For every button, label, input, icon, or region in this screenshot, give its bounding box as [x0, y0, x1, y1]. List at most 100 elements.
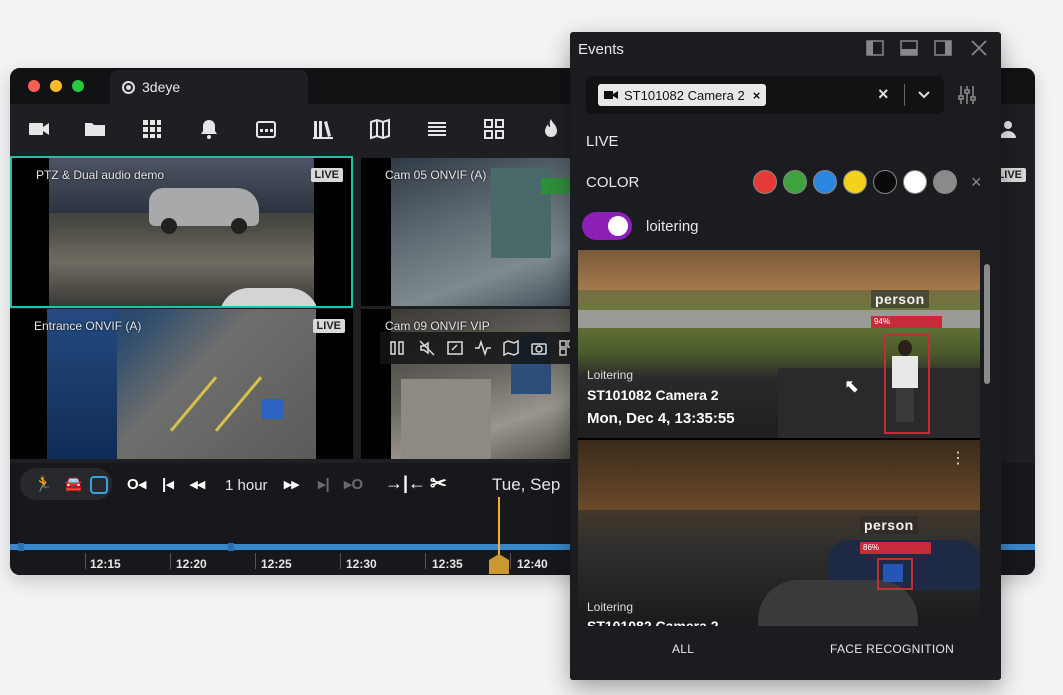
events-panel: Events ST101082 Camera 2 × × LIVE COLOR …	[570, 32, 1001, 680]
bell-icon[interactable]	[195, 116, 223, 142]
filter-group: 🏃 🚘	[20, 468, 112, 500]
activity-icon[interactable]	[474, 339, 492, 357]
event-list: person 94% ⬉ Loitering ST101082 Camera 2…	[578, 250, 980, 626]
panel-title: Events	[578, 41, 624, 58]
event-time: Mon, Dec 4, 13:35:55	[587, 410, 735, 427]
color-swatch-blue[interactable]	[813, 170, 837, 194]
calendar-icon[interactable]	[252, 116, 280, 142]
more-icon[interactable]: ⋮	[950, 448, 966, 468]
go-live-icon[interactable]: O◂	[127, 475, 146, 493]
maximize-window-button[interactable]	[72, 80, 84, 92]
tick-label: 12:15	[90, 557, 121, 571]
settings-sliders-icon[interactable]	[956, 84, 978, 111]
color-swatch-gray[interactable]	[933, 170, 957, 194]
dock-right-icon[interactable]	[934, 40, 952, 56]
rewind-icon[interactable]: ◂◂	[190, 475, 205, 493]
color-swatch-yellow[interactable]	[843, 170, 867, 194]
list-icon[interactable]	[423, 116, 451, 142]
event-type: Loitering	[587, 600, 634, 614]
fullscreen-icon[interactable]	[446, 339, 464, 357]
detection-label: person	[860, 516, 918, 534]
go-end-icon[interactable]: ▸O	[344, 475, 363, 493]
grid-icon[interactable]	[138, 116, 166, 142]
map-icon[interactable]	[366, 116, 394, 142]
camera-name: PTZ & Dual audio demo	[36, 168, 165, 182]
event-item[interactable]: person 94% ⬉ Loitering ST101082 Camera 2…	[578, 250, 980, 438]
confidence-bar: 86%	[860, 542, 931, 554]
camera-tools	[380, 332, 580, 364]
color-swatch-green[interactable]	[783, 170, 807, 194]
scrollbar[interactable]	[984, 264, 990, 384]
live-badge: LIVE	[310, 168, 343, 182]
confidence-bar: 94%	[871, 316, 942, 328]
tick-label: 12:20	[176, 557, 207, 571]
clear-color-icon[interactable]: ×	[971, 172, 982, 193]
camera-icon	[604, 91, 618, 99]
event-item[interactable]: ⋮ person 86% Loitering ST101082 Camera 2	[578, 440, 980, 626]
detection-box	[884, 334, 930, 434]
chevron-down-icon[interactable]	[916, 86, 932, 107]
clear-filter-icon[interactable]: ×	[878, 84, 889, 105]
tab-face-recognition[interactable]: FACE RECOGNITION	[830, 642, 954, 656]
live-badge: LIVE	[312, 319, 345, 333]
live-filter[interactable]: LIVE	[586, 133, 619, 150]
scissors-icon[interactable]: ✂	[430, 471, 447, 496]
library-icon[interactable]	[309, 116, 337, 142]
camera-icon[interactable]	[25, 116, 53, 142]
event-camera: ST101082 Camera 2	[587, 618, 719, 626]
color-label: COLOR	[586, 174, 640, 191]
minimize-window-button[interactable]	[50, 80, 62, 92]
close-window-button[interactable]	[28, 80, 40, 92]
event-marker[interactable]	[18, 543, 24, 551]
vehicle-filter-icon[interactable]: 🚘	[64, 475, 83, 493]
color-swatch-red[interactable]	[753, 170, 777, 194]
skip-start-icon[interactable]: |◂	[162, 475, 174, 493]
playhead-handle[interactable]	[489, 554, 509, 574]
divider	[904, 84, 905, 106]
layout-icon[interactable]	[480, 116, 508, 142]
close-icon[interactable]	[970, 40, 988, 56]
chip-label: ST101082 Camera 2	[624, 87, 745, 103]
person-filter-icon[interactable]: 🏃	[34, 475, 53, 493]
fire-icon[interactable]	[537, 116, 565, 142]
app-logo-icon	[122, 81, 135, 94]
dock-left-icon[interactable]	[866, 40, 884, 56]
zoom-fit-icon[interactable]: →|←	[385, 473, 426, 494]
snapshot-icon[interactable]	[530, 339, 548, 357]
color-swatch-white[interactable]	[903, 170, 927, 194]
tick-label: 12:35	[432, 557, 463, 571]
detection-label: person	[871, 290, 929, 308]
camera-tile-3[interactable]: Entrance ONVIF (A) LIVE	[10, 309, 353, 459]
skip-end-icon[interactable]: ▸|	[318, 475, 330, 493]
range-label[interactable]: 1 hour	[225, 477, 268, 494]
camera-name: Cam 09 ONVIF VIP	[385, 319, 490, 333]
camera-chip[interactable]: ST101082 Camera 2 ×	[598, 84, 767, 106]
color-swatch-black[interactable]	[873, 170, 897, 194]
chip-remove-icon[interactable]: ×	[753, 88, 761, 103]
event-type: Loitering	[587, 368, 634, 382]
loitering-toggle[interactable]	[582, 212, 632, 240]
playhead[interactable]	[498, 497, 500, 557]
event-marker[interactable]	[228, 543, 234, 551]
pause-icon[interactable]	[388, 339, 406, 357]
folder-icon[interactable]	[81, 116, 109, 142]
mute-icon[interactable]	[418, 339, 436, 357]
toggle-label: loitering	[646, 218, 699, 235]
tick-label: 12:25	[261, 557, 292, 571]
events-footer: ALL FACE RECOGNITION	[570, 628, 1001, 680]
event-camera: ST101082 Camera 2	[587, 387, 719, 403]
tab-title: 3deye	[142, 79, 181, 95]
date-label[interactable]: Tue, Sep	[492, 475, 560, 495]
tick-label: 12:40	[517, 557, 548, 571]
camera-name: Cam 05 ONVIF (A)	[385, 168, 487, 182]
fast-forward-icon[interactable]: ▸▸	[284, 475, 299, 493]
dock-bottom-icon[interactable]	[900, 40, 918, 56]
face-filter-icon[interactable]	[90, 476, 108, 494]
browser-tab[interactable]: 3deye	[110, 70, 308, 104]
map-icon[interactable]	[502, 339, 520, 357]
cursor-icon: ⬉	[844, 376, 860, 396]
camera-tile-1[interactable]: PTZ & Dual audio demo LIVE	[10, 156, 353, 308]
tab-all[interactable]: ALL	[672, 642, 694, 656]
camera-tile-2[interactable]: Cam 05 ONVIF (A)	[361, 158, 591, 306]
camera-filter[interactable]: ST101082 Camera 2 × ×	[586, 76, 944, 114]
